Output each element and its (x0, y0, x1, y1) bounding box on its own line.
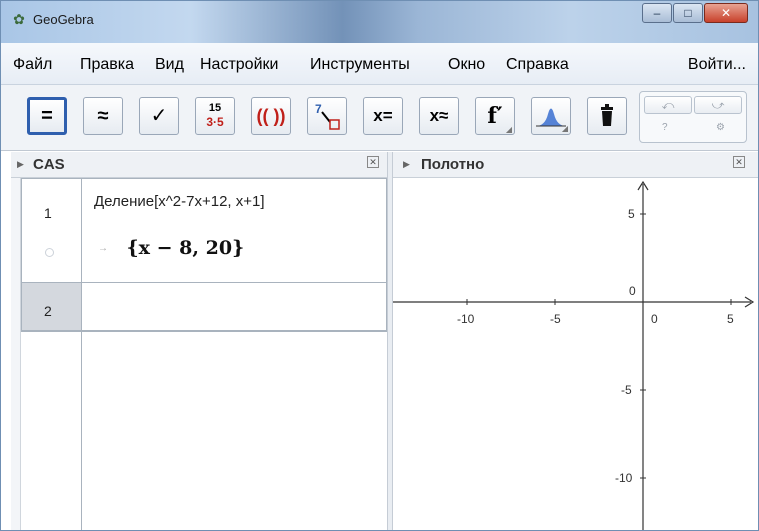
substitute-tool-label: 7 (315, 102, 322, 116)
toolbar: = ≈ ✓ 15 3·5 (( )) 7 x= x≈ f′ ◢ ◢ ⤺ ⤻ ? … (1, 85, 758, 151)
probability-dropdown-icon: ◢ (561, 124, 568, 133)
menu-edit[interactable]: Правка (80, 56, 134, 74)
cas-row-number: 1 (44, 205, 52, 221)
close-button[interactable]: ✕ (704, 3, 748, 23)
solve-numerically-tool[interactable]: x≈ (419, 97, 459, 135)
expand-tool[interactable]: (( )) (251, 97, 291, 135)
solve-numerically-tool-label: x≈ (429, 106, 449, 125)
geogebra-app-icon: ✿ (13, 11, 25, 27)
coordinate-axes: -10 -5 0 5 5 0 -5 -10 (393, 180, 755, 530)
menu-settings[interactable]: Настройки (200, 56, 278, 74)
cas-output-value: {x − 8, 20} (126, 237, 245, 259)
geogebra-window: ✿ GeoGebra – □ ✕ Файл Правка Вид Настрой… (0, 0, 759, 531)
solve-tool[interactable]: x= (363, 97, 403, 135)
y-tick-label: 5 (628, 207, 635, 221)
expand-tool-label: (( )) (256, 106, 286, 126)
menu-view[interactable]: Вид (155, 56, 184, 74)
x-tick-label: 0 (651, 312, 658, 326)
window-controls: – □ ✕ (641, 3, 748, 23)
factor-tool-bottom: 3·5 (206, 115, 224, 129)
derivative-tool[interactable]: f′ ◢ (475, 97, 515, 135)
x-tick-label: -10 (457, 312, 475, 326)
cas-view: 1 Деление[x^2-7x+12, x+1] → {x − 8, 20} … (21, 178, 387, 332)
probability-tool[interactable]: ◢ (531, 97, 571, 135)
cas-row-header[interactable]: 1 (22, 179, 82, 282)
cas-row-header[interactable]: 2 (22, 283, 82, 330)
derivative-tool-label: f′ (487, 103, 503, 129)
x-tick-label: 5 (727, 312, 734, 326)
menu-tools[interactable]: Инструменты (310, 56, 410, 74)
trash-icon (601, 104, 613, 126)
cas-row[interactable]: 1 Деление[x^2-7x+12, x+1] → {x − 8, 20} (22, 179, 386, 283)
undo-icon: ⤺ (661, 98, 675, 112)
substitute-icon: 7 (315, 102, 340, 130)
evaluate-tool[interactable]: = (27, 97, 67, 135)
substitute-tool[interactable]: 7 (307, 97, 347, 135)
cas-left-gutter (11, 178, 21, 530)
cas-row-number: 2 (44, 303, 52, 319)
minimize-button[interactable]: – (642, 3, 672, 23)
y-tick-label: -5 (621, 383, 632, 397)
graphics-close-icon[interactable]: ✕ (733, 156, 745, 168)
redo-icon: ⤻ (711, 98, 725, 112)
menu-file[interactable]: Файл (13, 56, 52, 74)
graphics-view[interactable]: -10 -5 0 5 5 0 -5 -10 (393, 178, 758, 530)
login-link[interactable]: Войти... (688, 56, 746, 74)
y-tick-label: 0 (629, 284, 636, 298)
redo-button[interactable]: ⤻ (694, 96, 742, 114)
menu-window[interactable]: Окно (448, 56, 485, 74)
help-icon[interactable]: ? (662, 122, 668, 133)
keep-input-tool-label: ✓ (150, 105, 168, 127)
window-title: GeoGebra (33, 12, 94, 27)
menu-help[interactable]: Справка (506, 56, 569, 74)
solve-tool-label: x= (373, 106, 393, 125)
keep-input-tool[interactable]: ✓ (139, 97, 179, 135)
cas-row-column-empty (21, 332, 82, 530)
cas-panel-header: ▶ CAS ✕ (11, 152, 387, 178)
maximize-button[interactable]: □ (673, 3, 703, 23)
cas-row-visibility-toggle[interactable] (45, 248, 54, 257)
cas-input[interactable]: Деление[x^2-7x+12, x+1] (94, 193, 265, 210)
cas-collapse-icon[interactable]: ▶ (17, 159, 24, 170)
cas-row[interactable]: 2 (22, 283, 386, 331)
undo-button[interactable]: ⤺ (644, 96, 692, 114)
undo-redo-group: ⤺ ⤻ ? ⚙ (639, 91, 747, 143)
factor-tool[interactable]: 15 3·5 (195, 97, 235, 135)
evaluate-tool-label: = (41, 105, 53, 127)
gear-icon[interactable]: ⚙ (716, 122, 725, 133)
cas-output: → {x − 8, 20} (98, 237, 244, 259)
graphics-collapse-icon[interactable]: ▶ (403, 159, 410, 170)
cas-close-icon[interactable]: ✕ (367, 156, 379, 168)
output-arrow-icon: → (98, 242, 108, 254)
numeric-tool[interactable]: ≈ (83, 97, 123, 135)
factor-tool-top: 15 (208, 102, 222, 114)
derivative-dropdown-icon: ◢ (505, 124, 512, 134)
x-tick-label: -5 (550, 312, 561, 326)
menu-bar: Файл Правка Вид Настройки Инструменты Ок… (1, 43, 758, 85)
delete-tool[interactable] (587, 97, 627, 135)
y-tick-label: -10 (615, 471, 633, 485)
title-bar[interactable]: ✿ GeoGebra – □ ✕ (1, 1, 758, 43)
cas-panel-title: CAS (33, 156, 65, 173)
graphics-panel-header: ▶ Полотно ✕ (393, 152, 758, 178)
graphics-panel-title: Полотно (421, 156, 485, 173)
numeric-tool-label: ≈ (97, 105, 109, 127)
